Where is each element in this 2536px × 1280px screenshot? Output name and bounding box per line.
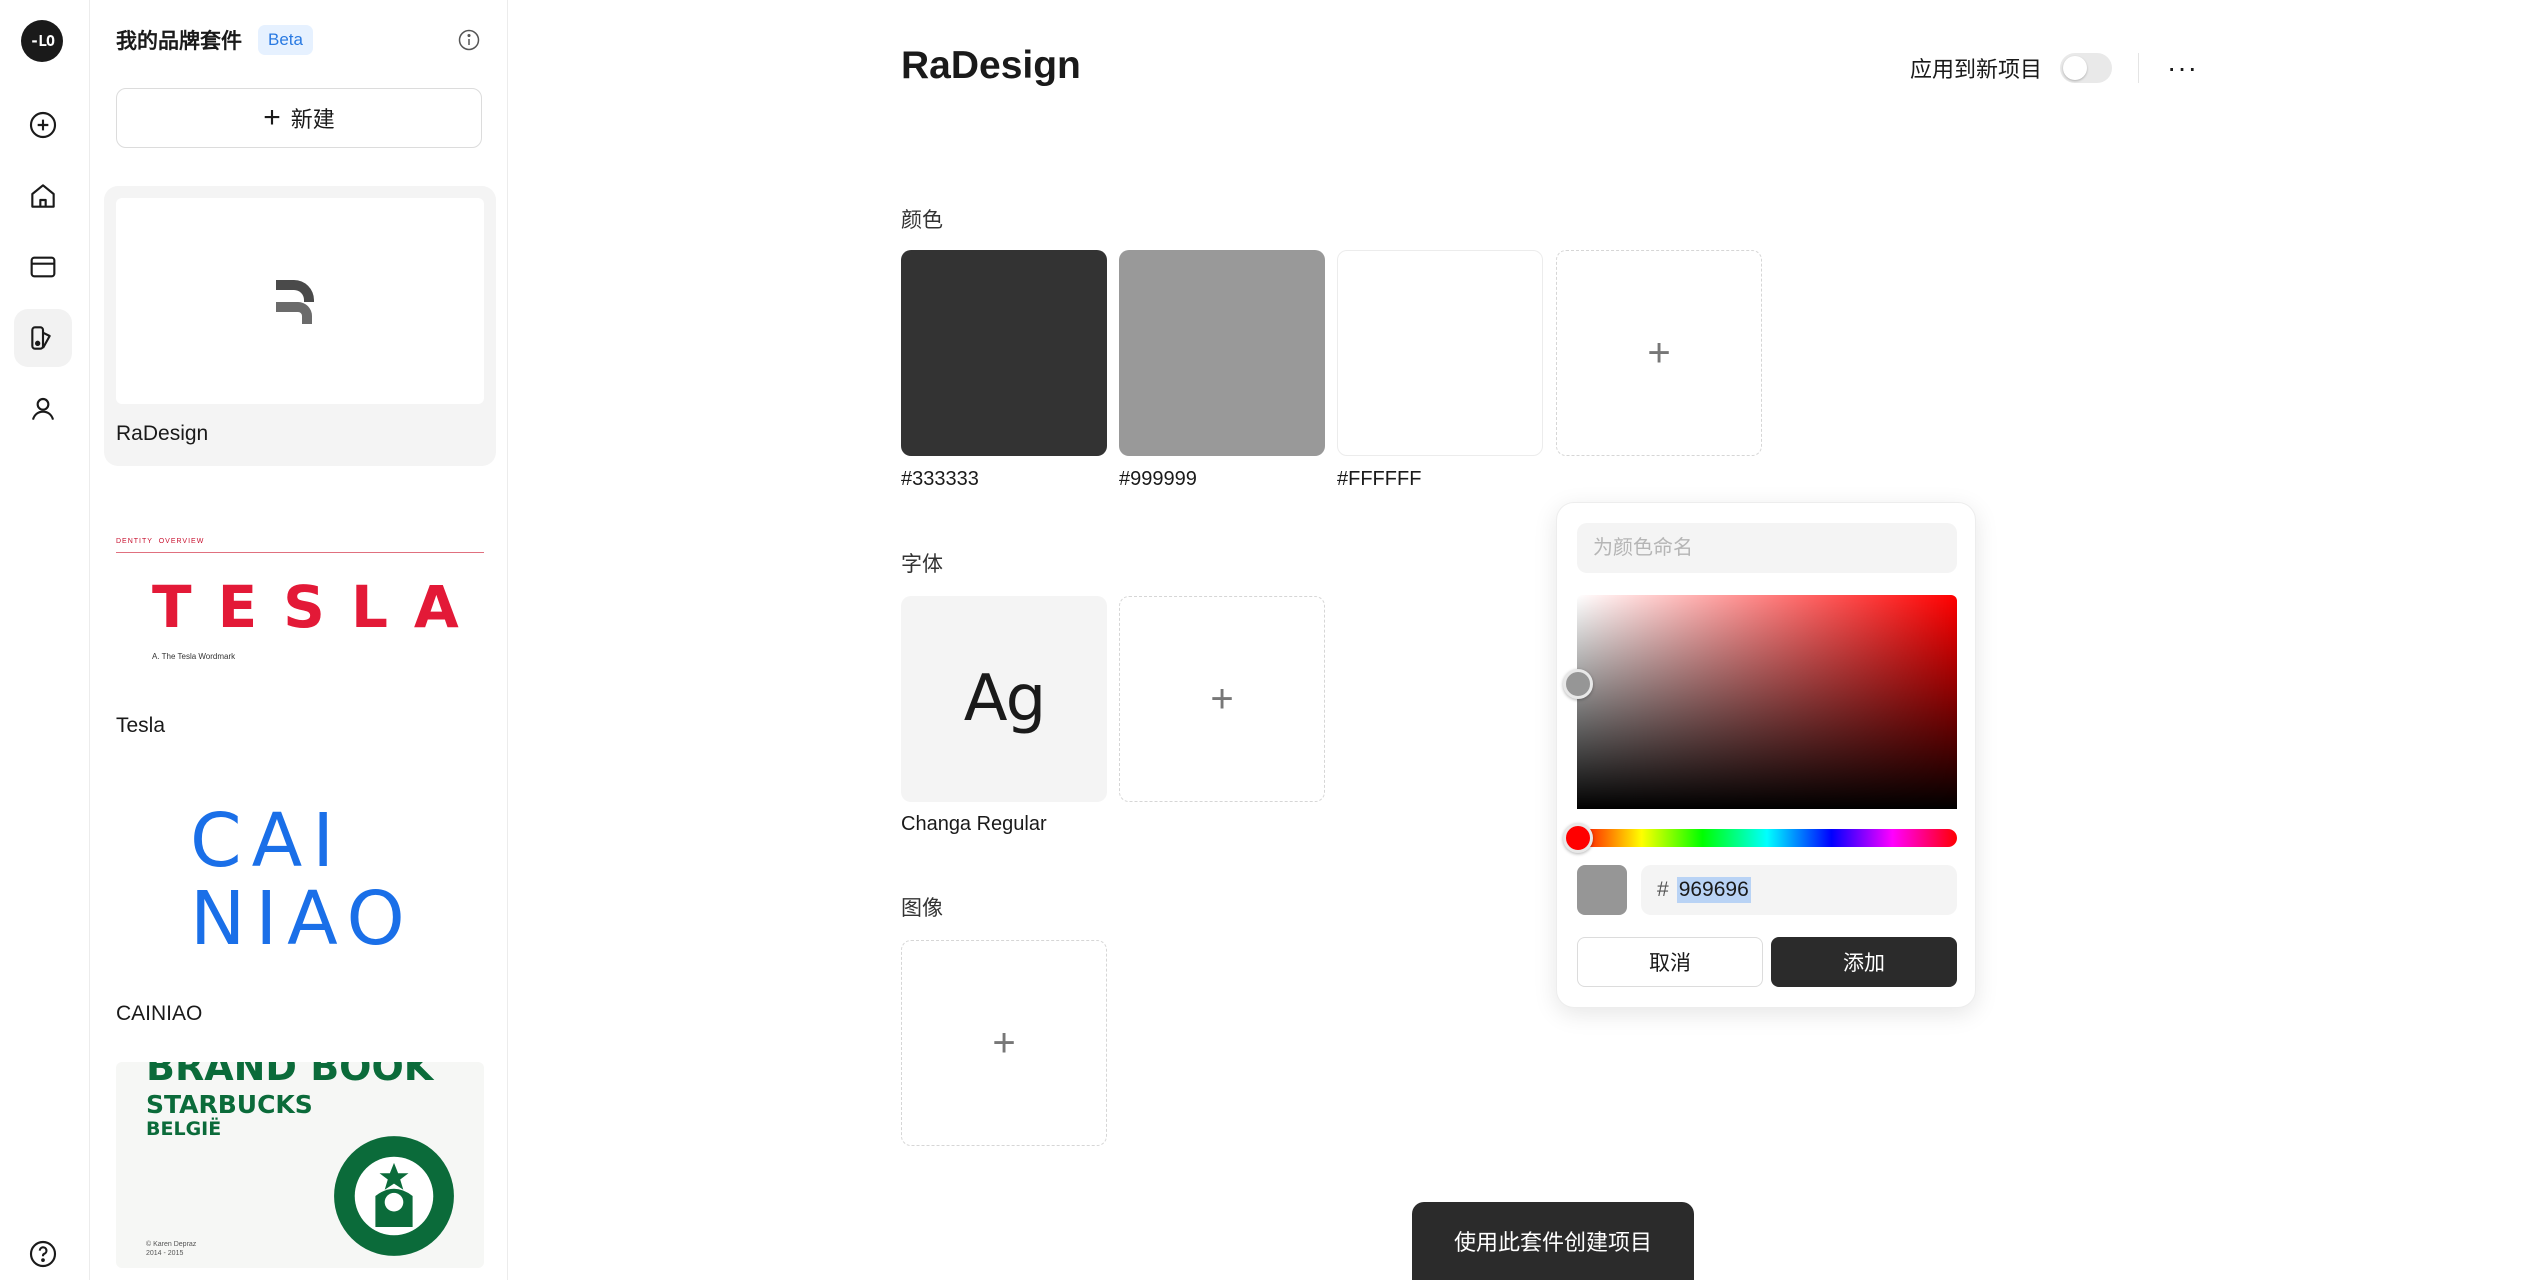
thumb-rule [116, 552, 484, 553]
color-swatch-ffffff[interactable] [1337, 250, 1543, 456]
thumb-caption: A. The Tesla Wordmark [152, 652, 236, 661]
add-color-button[interactable]: + [1556, 250, 1762, 456]
page-title: RaDesign [901, 44, 1081, 87]
color-preview-swatch [1577, 865, 1627, 915]
color-swatch-999999[interactable] [1119, 250, 1325, 456]
hex-input[interactable]: # 969696 [1641, 865, 1957, 915]
thumb-header: DENTITY OVERVIEW [116, 538, 205, 545]
home-button[interactable] [14, 167, 72, 225]
thumb-country: BELGIË [146, 1118, 222, 1140]
add-color-confirm-button[interactable]: 添加 [1771, 937, 1957, 987]
cainiao-logo-line2: NIAO [190, 876, 415, 962]
kit-card-radesign[interactable]: RaDesign [104, 186, 496, 466]
home-icon [31, 184, 55, 208]
info-icon[interactable] [457, 28, 481, 52]
help-button[interactable] [14, 1232, 72, 1276]
kits-header: 我的品牌套件 Beta [116, 22, 481, 58]
projects-button[interactable] [14, 238, 72, 296]
kit-thumbnail: DENTITY OVERVIEW TESLA A. The Tesla Word… [116, 486, 484, 692]
apply-to-new-project-toggle[interactable] [2060, 53, 2113, 83]
app-logo[interactable]: -LO [21, 20, 63, 62]
kit-card-cainiao[interactable]: CAI NIAO CAINIAO [104, 762, 496, 1042]
create-button[interactable] [14, 96, 72, 154]
kit-card-tesla[interactable]: DENTITY OVERVIEW TESLA A. The Tesla Word… [104, 474, 496, 754]
brand-kits-panel: 我的品牌套件 Beta + 新建 RaDesign DENTITY OVERVI… [90, 0, 508, 1280]
cancel-button[interactable]: 取消 [1577, 937, 1763, 987]
hex-value[interactable]: 969696 [1676, 877, 1751, 903]
brand-kit-icon [31, 326, 51, 350]
brand-kit-button[interactable] [14, 309, 72, 367]
hue-slider[interactable] [1577, 829, 1957, 847]
colors-section-label: 颜色 [901, 209, 943, 232]
radesign-logo-icon [276, 280, 314, 324]
icon-rail: -LO [0, 0, 90, 1280]
create-project-with-kit-button[interactable]: 使用此套件创建项目 [1412, 1202, 1694, 1280]
thumb-credit: © Karen Depraz 2014 - 2015 [146, 1241, 197, 1258]
more-options-icon[interactable]: ··· [2167, 54, 2198, 82]
thumb-title: BRAND BOOK [146, 1062, 434, 1089]
header-actions: 应用到新项目 ··· [1910, 48, 2198, 88]
color-swatch-label: #FFFFFF [1337, 468, 1422, 490]
plus-icon: + [1210, 677, 1234, 721]
add-font-button[interactable]: + [1119, 596, 1325, 802]
add-image-button[interactable]: + [901, 940, 1107, 1146]
fonts-section-label: 字体 [901, 553, 943, 576]
color-swatch-label: #333333 [901, 468, 979, 490]
saturation-value-area[interactable] [1577, 595, 1957, 809]
kit-name: Tesla [116, 714, 166, 737]
saturation-value-handle[interactable] [1563, 669, 1593, 699]
tesla-wordmark: TESLA [152, 573, 484, 641]
color-swatch-label: #999999 [1119, 468, 1197, 490]
kit-name: RaDesign [116, 422, 209, 445]
new-kit-label: 新建 [290, 107, 335, 132]
color-name-input[interactable] [1577, 523, 1957, 573]
plus-circle-icon [29, 111, 57, 139]
cainiao-logo-line1: CAI [190, 798, 345, 884]
new-kit-button[interactable]: + 新建 [116, 88, 482, 148]
beta-badge: Beta [258, 25, 313, 55]
plus-icon: + [992, 1021, 1016, 1065]
plus-icon: + [263, 101, 281, 134]
images-section-label: 图像 [901, 897, 943, 920]
hue-slider-handle[interactable] [1563, 823, 1593, 853]
thumb-subtitle: STARBUCKS [146, 1090, 313, 1119]
kit-thumbnail: BRAND BOOK STARBUCKS BELGIË © Karen Depr… [116, 1062, 484, 1268]
kit-card-starbucks[interactable]: BRAND BOOK STARBUCKS BELGIË © Karen Depr… [104, 1050, 496, 1280]
kit-name: CAINIAO [116, 1002, 203, 1025]
color-picker-popover: # 969696 取消 添加 [1556, 502, 1976, 1008]
kit-thumbnail: CAI NIAO [116, 774, 484, 980]
kits-title: 我的品牌套件 [116, 30, 242, 53]
plus-icon: + [1647, 331, 1671, 375]
kit-thumbnail [116, 198, 484, 404]
apply-to-new-project-label: 应用到新项目 [1910, 57, 2043, 82]
header-divider [2138, 53, 2140, 83]
account-button[interactable] [14, 380, 72, 438]
folder-icon [30, 256, 56, 278]
help-icon [29, 1240, 57, 1268]
starbucks-siren-icon [334, 1136, 454, 1256]
color-swatch-333333[interactable] [901, 250, 1107, 456]
font-tile-changa[interactable]: Ag [901, 596, 1107, 802]
font-name: Changa Regular [901, 813, 1047, 835]
hash-symbol: # [1657, 878, 1669, 901]
user-icon [31, 397, 55, 420]
